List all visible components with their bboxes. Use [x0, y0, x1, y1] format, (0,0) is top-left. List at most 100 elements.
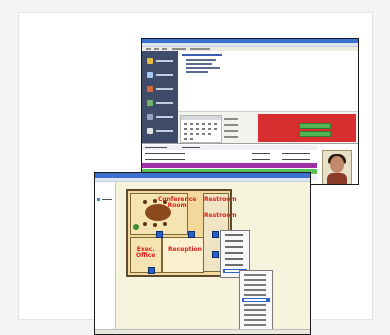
- column-header[interactable]: [145, 147, 167, 148]
- conference-room-label: Conference Room: [158, 196, 197, 209]
- device-submenu: [239, 270, 273, 334]
- event-log-header: [142, 145, 317, 150]
- menu-item-label: [244, 299, 266, 301]
- calendar-day[interactable]: [202, 123, 205, 125]
- sidebar-item[interactable]: [146, 99, 174, 107]
- sidebar-item[interactable]: [146, 85, 174, 93]
- context-menu-item[interactable]: [223, 233, 247, 237]
- tree-row[interactable]: [182, 54, 222, 56]
- floor-plan-canvas[interactable]: Conference Room Restroom Restroom Exec. …: [116, 182, 310, 334]
- calendar-day[interactable]: [208, 133, 211, 135]
- calendar-day[interactable]: [196, 133, 199, 135]
- calendar-day[interactable]: [184, 123, 187, 125]
- device-icon[interactable]: [212, 231, 219, 238]
- calendar-day[interactable]: [190, 138, 193, 140]
- event-row[interactable]: [142, 151, 317, 156]
- photo-face: [330, 156, 344, 173]
- tree-item-label: [102, 199, 112, 200]
- menu-item-label: [244, 319, 266, 321]
- sidebar-item-label: [156, 130, 173, 132]
- navigation-sidebar: [142, 51, 178, 143]
- calendar-day[interactable]: [184, 138, 187, 140]
- calendar-day[interactable]: [202, 133, 205, 135]
- event-cell: [145, 153, 185, 154]
- floor-plan: Conference Room Restroom Restroom Exec. …: [126, 189, 237, 277]
- menu-item-label: [225, 234, 243, 236]
- calendar-day[interactable]: [196, 123, 199, 125]
- calendar-day[interactable]: [196, 128, 199, 130]
- sidebar-item[interactable]: [146, 127, 174, 135]
- calendar-day[interactable]: [208, 123, 211, 125]
- menu-item-label: [244, 279, 266, 281]
- sidebar-item[interactable]: [146, 57, 174, 65]
- sidebar-item[interactable]: [146, 113, 174, 121]
- sidebar-icon: [147, 114, 153, 120]
- sidebar-item[interactable]: [146, 71, 174, 79]
- menu-item-label: [244, 294, 266, 296]
- toolbar-button[interactable]: [162, 48, 167, 50]
- tree-item-site[interactable]: [97, 197, 113, 202]
- submenu-item[interactable]: [242, 293, 270, 297]
- event-row[interactable]: [142, 157, 317, 162]
- sidebar-item-label: [156, 102, 173, 104]
- status-label: [224, 118, 238, 120]
- submenu-item[interactable]: [242, 278, 270, 282]
- toolbar-button[interactable]: [154, 48, 159, 50]
- context-menu-item[interactable]: [223, 257, 247, 261]
- status-labels: [224, 116, 254, 140]
- tree-row[interactable]: [186, 59, 216, 61]
- context-menu-item[interactable]: [223, 239, 247, 243]
- status-label: [224, 130, 238, 132]
- calendar-day[interactable]: [190, 133, 193, 135]
- submenu-item[interactable]: [242, 313, 270, 317]
- calendar-day[interactable]: [190, 123, 193, 125]
- event-row-selected[interactable]: [142, 163, 317, 168]
- toolbar-button[interactable]: [146, 48, 151, 50]
- device-icon[interactable]: [156, 231, 163, 238]
- calendar-day[interactable]: [184, 128, 187, 130]
- device-icon[interactable]: [148, 267, 155, 274]
- tree-row[interactable]: [186, 71, 208, 73]
- submenu-item[interactable]: [242, 303, 270, 307]
- sidebar-icon: [147, 100, 153, 106]
- submenu-item[interactable]: [242, 288, 270, 292]
- context-menu-item[interactable]: [223, 251, 247, 255]
- calendar-header: [181, 116, 221, 120]
- menu-item-label: [244, 324, 266, 326]
- calendar-day[interactable]: [208, 128, 211, 130]
- event-cell: [252, 159, 270, 160]
- calendar-day[interactable]: [202, 128, 205, 130]
- calendar-day[interactable]: [184, 133, 187, 135]
- context-menu-item[interactable]: [223, 245, 247, 249]
- context-menu-item[interactable]: [223, 263, 247, 267]
- submenu-item[interactable]: [242, 323, 270, 327]
- submenu-item[interactable]: [242, 308, 270, 312]
- calendar-day[interactable]: [214, 128, 217, 130]
- device-tree-pane: [178, 51, 358, 111]
- tree-row[interactable]: [186, 63, 212, 65]
- column-header[interactable]: [182, 147, 200, 148]
- menu-item-label: [244, 314, 266, 316]
- menu-item-label: [244, 289, 266, 291]
- tree-folder-icon: [97, 198, 100, 201]
- calendar-day[interactable]: [190, 128, 193, 130]
- tree-row[interactable]: [186, 67, 220, 69]
- reception-area[interactable]: [162, 237, 204, 273]
- submenu-item[interactable]: [242, 318, 270, 322]
- submenu-item[interactable]: [242, 273, 270, 277]
- screenshot-frame: Conference Room Restroom Restroom Exec. …: [18, 12, 373, 335]
- menu-item-label: [225, 258, 243, 260]
- event-cell: [252, 153, 270, 154]
- calendar-day[interactable]: [214, 123, 217, 125]
- chair-icon: [153, 223, 157, 227]
- toolbar-button[interactable]: [190, 48, 210, 50]
- device-icon[interactable]: [188, 231, 195, 238]
- calendar-widget[interactable]: [180, 115, 222, 143]
- plant-icon: [133, 224, 139, 230]
- device-icon[interactable]: [212, 251, 219, 258]
- menu-item-label: [225, 264, 243, 266]
- submenu-item[interactable]: [242, 283, 270, 287]
- submenu-item-selected[interactable]: [242, 298, 270, 302]
- toolbar-button[interactable]: [172, 48, 186, 50]
- door-status-indicator: [299, 123, 331, 129]
